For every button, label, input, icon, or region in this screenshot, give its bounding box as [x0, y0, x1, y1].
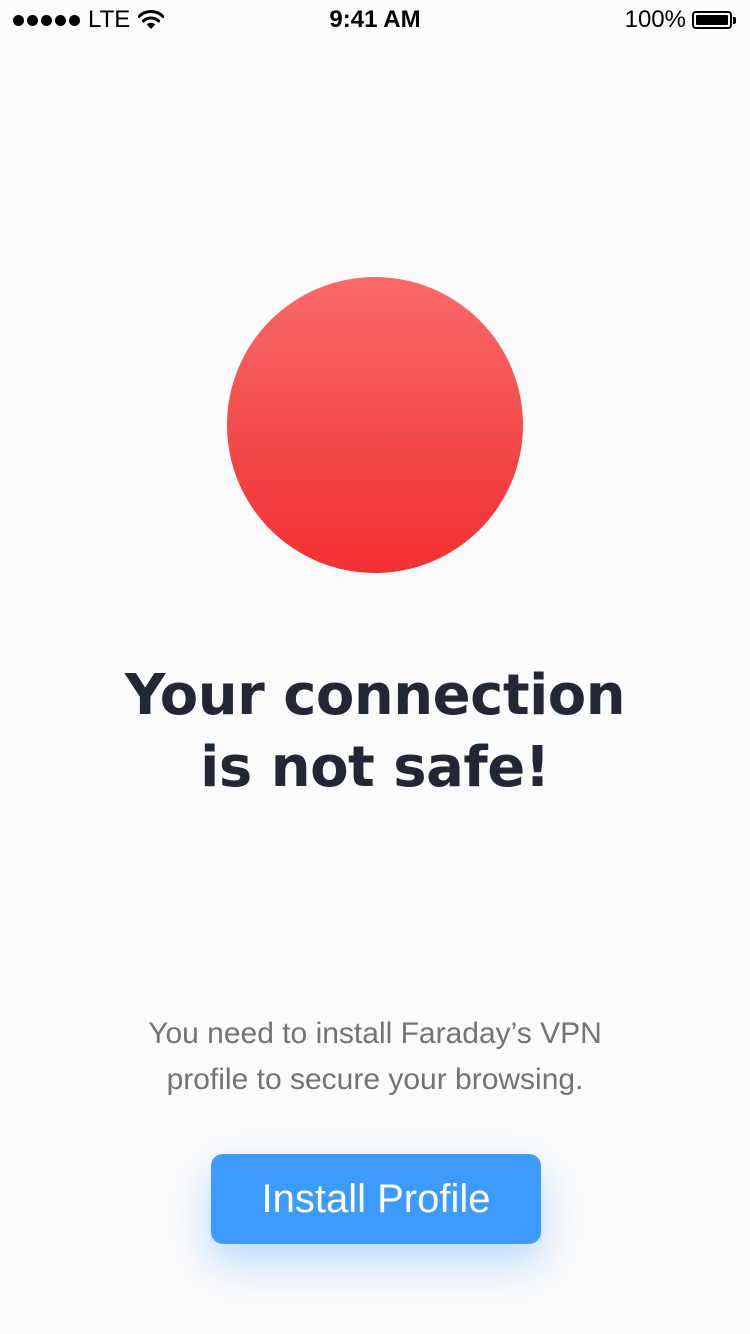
- page-title: Your connection is not safe!: [0, 660, 750, 804]
- description-line-1: You need to install Faraday’s VPN: [148, 1017, 602, 1050]
- status-bar: LTE 9:41 AM 100%: [0, 0, 750, 40]
- title-line-2: is not safe!: [200, 735, 550, 800]
- install-profile-button[interactable]: Install Profile: [211, 1154, 541, 1244]
- status-right: 100%: [625, 6, 736, 34]
- title-line-1: Your connection: [124, 663, 626, 728]
- description-line-2: profile to secure your browsing.: [166, 1063, 584, 1096]
- description-text: You need to install Faraday’s VPN profil…: [0, 1011, 750, 1103]
- battery-percentage: 100%: [624, 6, 686, 33]
- connection-status-indicator: [227, 277, 523, 573]
- battery-icon: [692, 11, 736, 29]
